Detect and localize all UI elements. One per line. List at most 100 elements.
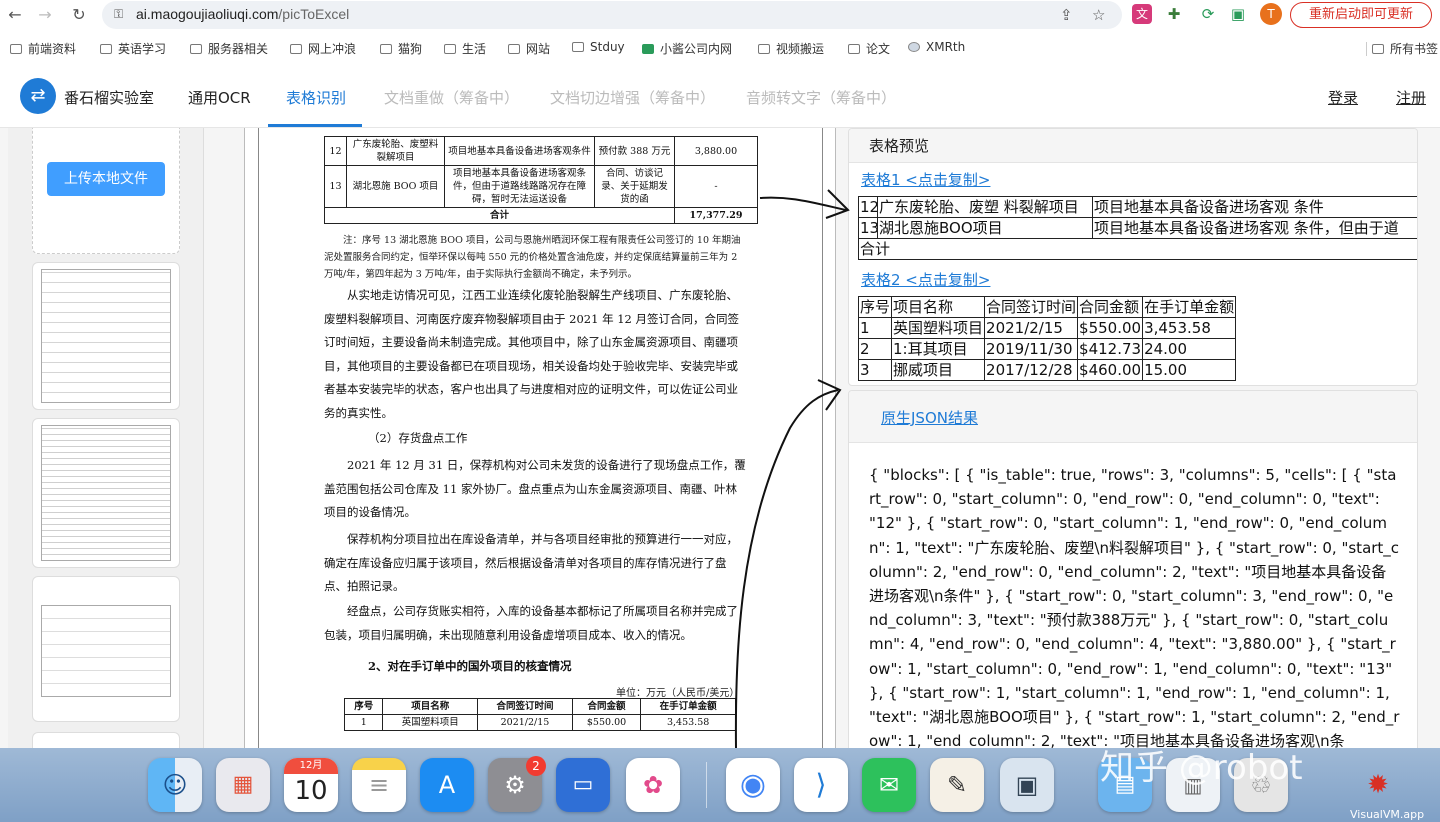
bookmark-item[interactable]: 英语学习 bbox=[100, 40, 166, 57]
nav-audio-to-text[interactable]: 音频转文字（筹备中） bbox=[746, 87, 896, 108]
bookmark-item[interactable]: 小酱公司内网 bbox=[642, 40, 732, 57]
address-bar[interactable]: ⚿ ai.maogoujiaoliuqi.com/picToExcel ⇪ ☆ bbox=[102, 1, 1122, 29]
bookmark-item[interactable]: 视频搬运 bbox=[758, 40, 824, 57]
bookmark-item[interactable]: 猫狗 bbox=[380, 40, 422, 57]
document-unit-note: 单位：万元（人民币/美元） bbox=[616, 688, 740, 699]
image-thumbnail[interactable] bbox=[32, 732, 180, 748]
nav-general-ocr[interactable]: 通用OCR bbox=[188, 87, 251, 108]
cheat-engine-icon[interactable]: ✎ bbox=[930, 758, 984, 812]
folder-icon bbox=[290, 44, 302, 54]
table-row: 1 英国塑料项目 2021/2/15 $550.00 3,453.58 bbox=[857, 317, 1237, 339]
chrome-icon[interactable]: ◉ bbox=[726, 758, 780, 812]
thumbnail-preview bbox=[41, 269, 171, 403]
photos-icon[interactable]: ✿ bbox=[626, 758, 680, 812]
table-row: 合计 bbox=[858, 238, 1417, 260]
login-link[interactable]: 登录 bbox=[1328, 87, 1358, 108]
image-thumbnail[interactable] bbox=[32, 576, 180, 722]
folder-icon bbox=[380, 44, 392, 54]
raw-json-link[interactable]: 原生JSON结果 bbox=[881, 407, 978, 428]
forward-icon[interactable]: → bbox=[34, 4, 56, 26]
table-cell: 2 bbox=[857, 338, 893, 360]
copy-table1-link[interactable]: 表格1 <点击复制> bbox=[861, 169, 990, 190]
json-header: 原生JSON结果 bbox=[849, 391, 1417, 443]
visualvm-icon[interactable]: ✹ bbox=[1356, 758, 1400, 812]
notes-icon[interactable]: ≡ bbox=[352, 758, 406, 812]
site-favicon-icon bbox=[642, 44, 654, 54]
upload-file-button[interactable]: 上传本地文件 bbox=[47, 162, 165, 196]
calendar-day: 10 bbox=[294, 776, 328, 806]
document-page: 12 广东废轮胎、废塑料裂解项目 项目地基本具备设备进场客观条件 预付款 388… bbox=[268, 128, 816, 748]
bookmark-item[interactable]: 前端资料 bbox=[10, 40, 76, 57]
table-header-cell: 序号 bbox=[343, 698, 384, 715]
bookmark-item[interactable]: Stduy bbox=[572, 40, 625, 54]
folder-icon bbox=[572, 42, 584, 52]
copy-table2-link[interactable]: 表格2 <点击复制> bbox=[861, 269, 990, 290]
table-cell: 预付款 388 万元 bbox=[594, 136, 675, 166]
all-bookmarks[interactable]: 所有书签 bbox=[1372, 40, 1438, 57]
table-cell: 15.00 bbox=[1142, 359, 1237, 381]
nav-table-recognition[interactable]: 表格识别 bbox=[286, 87, 346, 108]
register-link[interactable]: 注册 bbox=[1396, 87, 1426, 108]
image-list-panel[interactable]: 上传本地文件 bbox=[8, 128, 204, 748]
table-cell: 1:耳其项目 bbox=[891, 338, 986, 360]
profile-avatar[interactable]: T bbox=[1260, 3, 1282, 25]
preview-app-icon[interactable]: ▣ bbox=[1000, 758, 1054, 812]
upload-dropzone[interactable]: 上传本地文件 bbox=[32, 128, 180, 254]
nav-document-redo[interactable]: 文档重做（筹备中） bbox=[384, 87, 519, 108]
image-thumbnail[interactable] bbox=[32, 418, 180, 568]
table-header-cell: 合同签订时间 bbox=[984, 296, 1079, 318]
table-row: 2 1:耳其项目 2019/11/30 $412.73 24.00 bbox=[857, 338, 1237, 360]
bookmark-star-icon[interactable]: ☆ bbox=[1092, 6, 1105, 24]
folder-icon bbox=[190, 44, 202, 54]
translate-extension-icon[interactable]: 文 bbox=[1132, 4, 1152, 24]
brand-name[interactable]: 番石榴实验室 bbox=[64, 87, 154, 108]
finder-icon[interactable]: ☺ bbox=[148, 758, 202, 812]
table-cell: 湖北恩施 BOO 项目 bbox=[346, 165, 445, 208]
sync-extension-icon[interactable]: ⟳ bbox=[1198, 4, 1218, 24]
vscode-icon[interactable]: ⟩ bbox=[794, 758, 848, 812]
calendar-icon[interactable]: 12月 10 bbox=[284, 758, 338, 812]
settings-badge: 2 bbox=[526, 756, 546, 776]
bookmark-item[interactable]: XMRth bbox=[908, 40, 965, 54]
table-row: 3 挪威项目 2017/12/28 $460.00 15.00 bbox=[857, 359, 1237, 381]
thumbnail-preview bbox=[41, 425, 171, 561]
table-cell: $550.00 bbox=[1077, 317, 1144, 339]
table-cell: 12 bbox=[858, 196, 878, 218]
document-note: 注：序号 13 湖北恩施 BOO 项目，公司与恩施州晒润环保工程有限责任公司签订… bbox=[324, 235, 741, 280]
table-cell: 13 bbox=[324, 165, 347, 208]
bookmark-item[interactable]: 生活 bbox=[444, 40, 486, 57]
bookmark-item[interactable]: 网站 bbox=[508, 40, 550, 57]
site-info-icon[interactable]: ⚿ bbox=[114, 7, 123, 22]
result-panel: 表格预览 表格1 <点击复制> 12 广东废轮胎、废塑 料裂解项目 项目地基本具… bbox=[848, 128, 1418, 748]
side-panel-icon[interactable]: ▣ bbox=[1228, 4, 1248, 24]
table-cell: 17,377.29 bbox=[674, 207, 758, 224]
document-table: 12 广东废轮胎、废塑料裂解项目 项目地基本具备设备进场客观条件 预付款 388… bbox=[324, 136, 758, 224]
restart-update-button[interactable]: 重新启动即可更新 bbox=[1290, 2, 1432, 28]
zhihu-watermark: 知乎 @robot bbox=[1100, 748, 1303, 788]
reload-icon[interactable]: ↻ bbox=[68, 4, 90, 26]
folder-icon bbox=[100, 44, 112, 54]
bookmark-divider bbox=[1366, 42, 1367, 56]
launchpad-icon[interactable]: ▦ bbox=[216, 758, 270, 812]
json-output[interactable]: { "blocks": [ { "is_table": true, "rows"… bbox=[869, 463, 1401, 748]
bookmark-item[interactable]: 论文 bbox=[848, 40, 890, 57]
share-icon[interactable]: ⇪ bbox=[1060, 6, 1073, 24]
bookmark-item[interactable]: 服务器相关 bbox=[190, 40, 268, 57]
image-thumbnail[interactable] bbox=[32, 262, 180, 410]
bookmark-item[interactable]: 网上冲浪 bbox=[290, 40, 356, 57]
preview-title: 表格预览 bbox=[869, 137, 930, 155]
table-cell: 合同、访谈记录、关于延期发货的函 bbox=[594, 165, 675, 208]
table-header-cell: 合同金额 bbox=[571, 698, 642, 715]
viewer-border bbox=[258, 128, 259, 748]
back-icon[interactable]: ← bbox=[4, 4, 26, 26]
logo-icon[interactable]: ⇄ bbox=[20, 78, 56, 114]
table-header-cell: 项目名称 bbox=[382, 698, 479, 715]
wechat-icon[interactable]: ✉ bbox=[862, 758, 916, 812]
table-cell: 1 bbox=[857, 317, 893, 339]
nav-document-crop[interactable]: 文档切边增强（筹备中） bbox=[550, 87, 715, 108]
simulator-icon[interactable]: ▭ bbox=[556, 758, 610, 812]
extensions-puzzle-icon[interactable]: ✚ bbox=[1164, 4, 1184, 24]
table-cell: 合计 bbox=[858, 238, 1417, 260]
app-store-icon[interactable]: A bbox=[420, 758, 474, 812]
table-header-cell: 在手订单金额 bbox=[1142, 296, 1237, 318]
